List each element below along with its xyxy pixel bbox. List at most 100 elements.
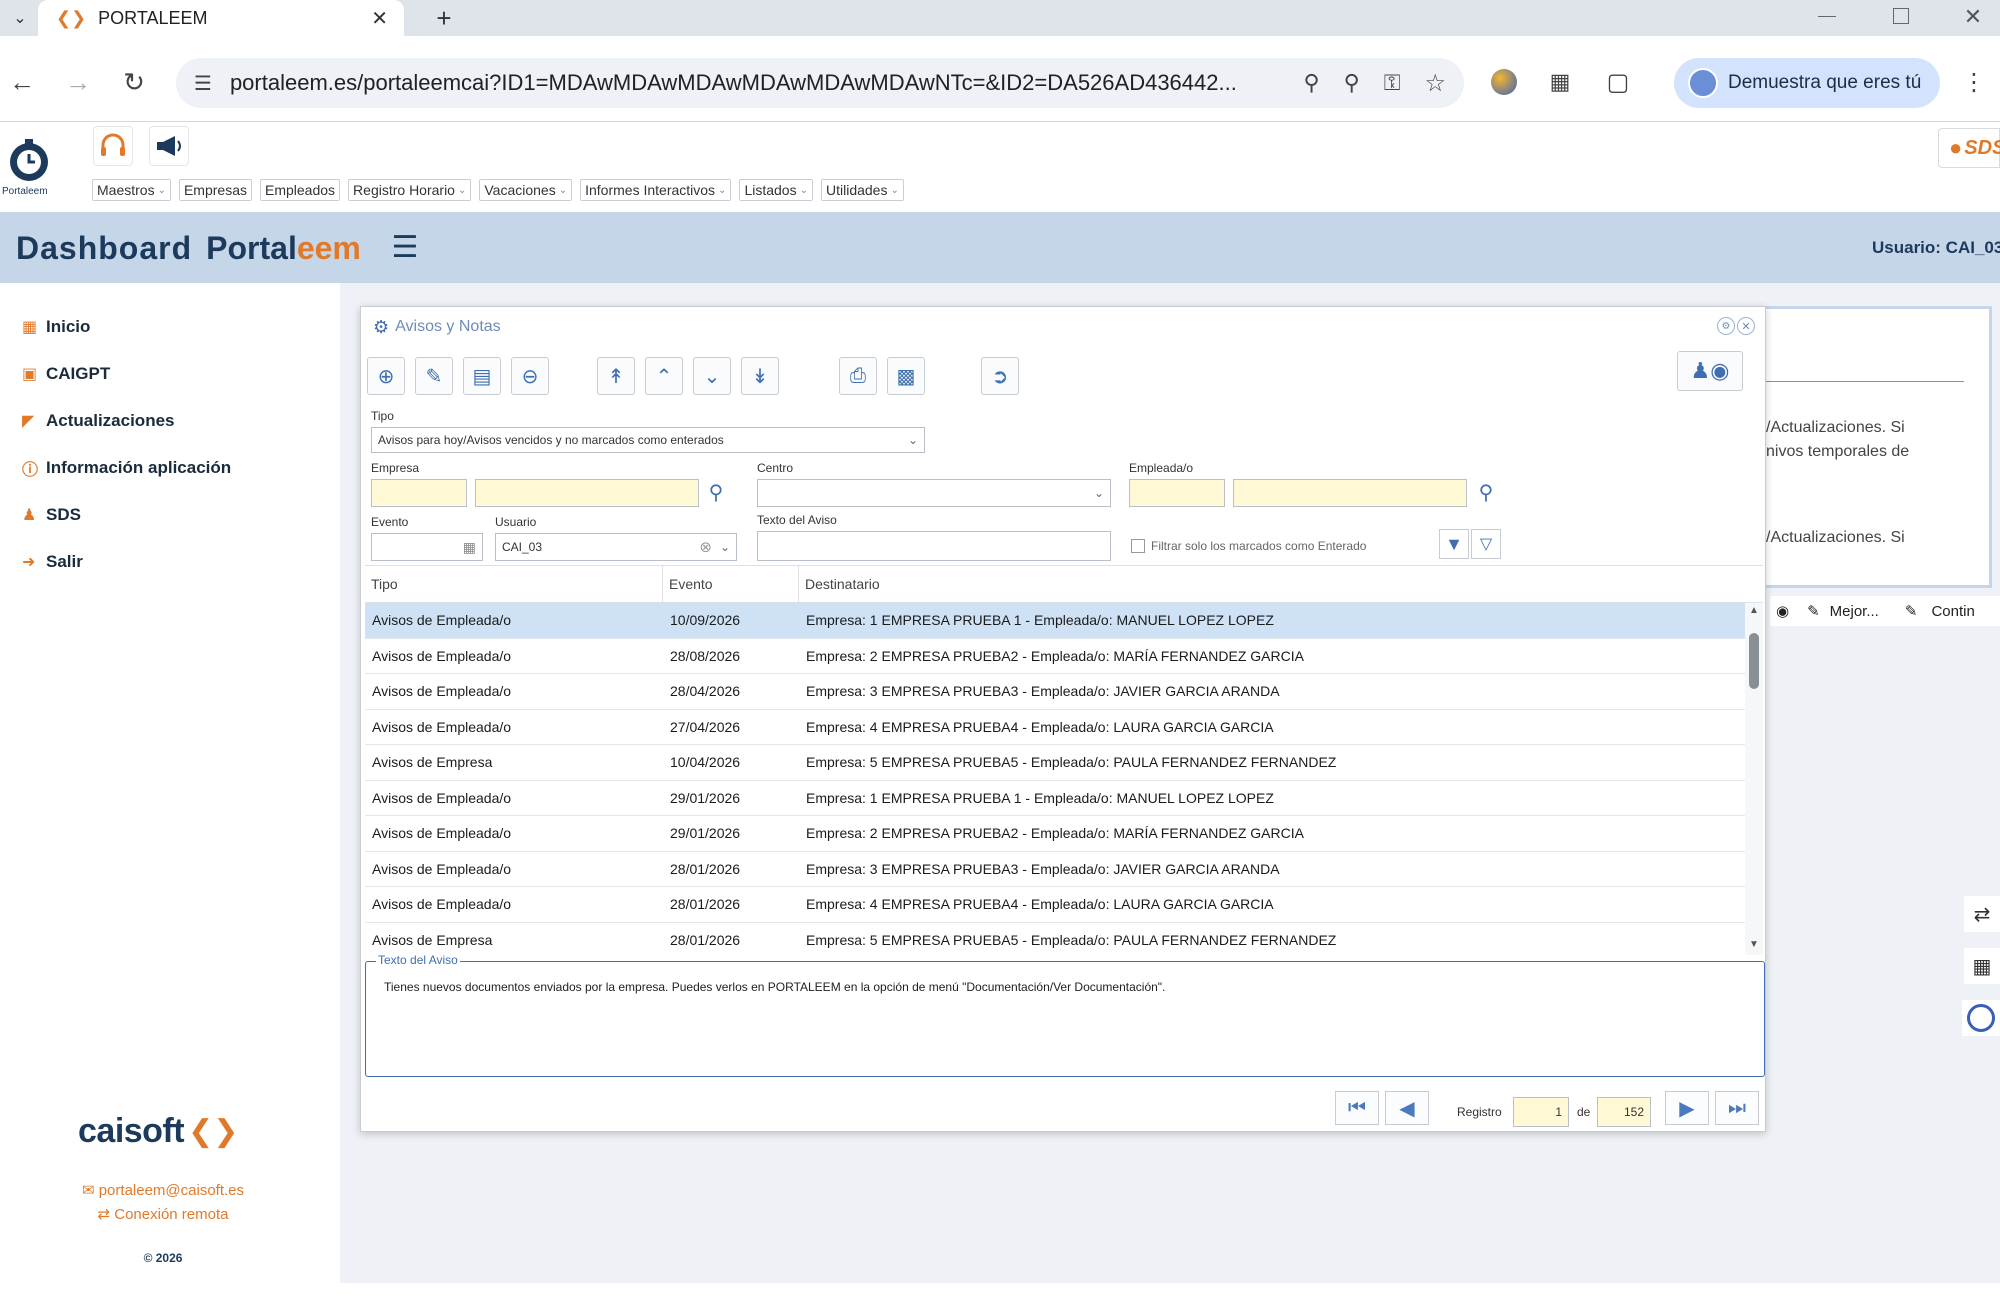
site-settings-icon[interactable]: ☰ (194, 71, 212, 96)
table-row[interactable]: Avisos de Empleada/o 10/09/2026 Empresa: 1… (365, 603, 1745, 639)
tab-search-chevron-icon[interactable]: ⌄ (6, 4, 34, 32)
column-header-tipo[interactable]: Tipo (365, 566, 663, 602)
add-button[interactable]: ⊕ (367, 357, 405, 395)
registro-input[interactable]: 1 (1513, 1097, 1569, 1127)
dialog-close-icon[interactable]: ✕ (1737, 317, 1755, 335)
empleado-search-icon[interactable]: ⚲ (1471, 477, 1501, 507)
first-record-button[interactable]: ↟ (597, 357, 635, 395)
sidebar-item-caigpt[interactable]: ▣ CAIGPT (0, 350, 340, 397)
print-button[interactable]: ⎙ (839, 357, 877, 395)
close-tab-icon[interactable]: ✕ (371, 6, 388, 31)
centro-select[interactable]: ⌄ (757, 479, 1111, 507)
hamburger-menu-icon[interactable]: ☰ (390, 231, 420, 264)
apps-grid-icon[interactable]: ▦ (1964, 948, 2000, 984)
previous-record-button[interactable]: ⌃ (645, 357, 683, 395)
extensions-puzzle-icon[interactable]: ▢ (1598, 62, 1638, 102)
contact-email[interactable]: ✉ portaleem@caisoft.es (0, 1181, 326, 1199)
forward-icon[interactable]: → (58, 62, 98, 102)
translate-icon[interactable]: ⇄ (1964, 896, 2000, 932)
empleado-name-input[interactable] (1233, 479, 1467, 507)
sidebar-item-salir[interactable]: ➜ Salir (0, 538, 340, 585)
export-excel-button[interactable]: ▩ (887, 357, 925, 395)
pager-next-button[interactable]: ▶ (1665, 1091, 1709, 1125)
menu-utilidades[interactable]: Utilidades ⌄ (820, 179, 904, 201)
assistant-bot-icon[interactable] (1962, 1000, 2000, 1036)
next-record-button[interactable]: ⌄ (693, 357, 731, 395)
maximize-icon[interactable] (1893, 8, 1909, 24)
minimize-icon[interactable] (1818, 16, 1836, 17)
sidebar-item-informacion[interactable]: ⓘ Información aplicación (0, 444, 340, 491)
delete-button[interactable]: ⊖ (511, 357, 549, 395)
table-row[interactable]: Avisos de Empresa 28/01/2026 Empresa: 5 EM… (365, 923, 1745, 956)
texto-aviso-input[interactable] (757, 531, 1111, 561)
menu-vacaciones[interactable]: Vacaciones ⌄ (479, 179, 573, 201)
action-contin[interactable]: Contin (1931, 603, 1974, 620)
location-icon[interactable]: ⚲ (1303, 70, 1319, 96)
new-tab-icon[interactable]: + (428, 2, 460, 34)
sds-badge[interactable]: ● SDS (1938, 128, 2000, 168)
empresa-name-input[interactable] (475, 479, 699, 507)
filter-clear-icon[interactable]: ▽ (1471, 529, 1501, 559)
scroll-down-icon[interactable]: ▼ (1749, 939, 1759, 950)
empresa-code-input[interactable] (371, 479, 467, 507)
profile-button[interactable]: Demuestra que eres tú (1674, 58, 1940, 108)
browser-menu-icon[interactable]: ⋮ (1954, 62, 1994, 102)
table-row[interactable]: Avisos de Empresa 10/04/2026 Empresa: 5 EM… (365, 745, 1745, 781)
column-header-evento[interactable]: Evento (663, 566, 799, 602)
menu-maestros[interactable]: Maestros ⌄ (92, 179, 171, 201)
menu-empresas[interactable]: Empresas (178, 179, 252, 201)
sidebar-item-inicio[interactable]: ▦ Inicio (0, 303, 340, 350)
bookmark-star-icon[interactable]: ☆ (1424, 69, 1446, 98)
menu-empleados[interactable]: Empleados (260, 179, 341, 201)
close-window-icon[interactable]: ✕ (1960, 2, 1986, 32)
scrollbar-thumb[interactable] (1749, 633, 1759, 689)
users-sds-button[interactable]: ♟◉ (1677, 351, 1743, 391)
exit-button[interactable]: ➲ (981, 357, 1019, 395)
column-header-destinatario[interactable]: Destinatario (799, 566, 1763, 602)
sidebar-item-actualizaciones[interactable]: ◤ Actualizaciones (0, 397, 340, 444)
clear-circle-icon[interactable]: ⊗ (699, 538, 712, 556)
dialog-settings-icon[interactable]: ⚙ (1717, 317, 1735, 335)
reload-icon[interactable]: ↻ (114, 62, 154, 102)
extension-globe-icon[interactable] (1484, 62, 1524, 102)
sidebar-item-sds[interactable]: ♟ SDS (0, 491, 340, 538)
menu-listados[interactable]: Listados ⌄ (739, 179, 813, 201)
usuario-select[interactable]: CAI_03 ⊗ ⌄ (495, 533, 737, 561)
table-row[interactable]: Avisos de Empleada/o 29/01/2026 Empresa: 2… (365, 816, 1745, 852)
empresa-search-icon[interactable]: ⚲ (701, 477, 731, 507)
table-row[interactable]: Avisos de Empleada/o 28/08/2026 Empresa: 2… (365, 639, 1745, 674)
password-key-icon[interactable]: ⚿ (1384, 70, 1401, 96)
browser-tab[interactable]: ❮❯ PORTALEEM ✕ (38, 0, 404, 36)
table-row[interactable]: Avisos de Empleada/o 27/04/2026 Empresa: 4… (365, 710, 1745, 745)
view-button[interactable]: ▤ (463, 357, 501, 395)
table-row[interactable]: Avisos de Empleada/o 28/01/2026 Empresa: 4… (365, 887, 1745, 923)
qr-code-icon[interactable]: ▦ (1540, 62, 1580, 102)
filter-apply-icon[interactable]: ▼ (1439, 529, 1469, 559)
edit-button[interactable]: ✎ (415, 357, 453, 395)
remote-connection[interactable]: ⇄ Conexión remota (0, 1205, 326, 1223)
filtrar-enterado-checkbox[interactable]: Filtrar solo los marcados como Enterado (1131, 537, 1366, 555)
portaleem-logo-icon[interactable] (6, 138, 52, 184)
pager-previous-button[interactable]: ◀ (1385, 1091, 1429, 1125)
menu-informes-interactivos[interactable]: Informes Interactivos ⌄ (580, 179, 732, 201)
table-row[interactable]: Avisos de Empleada/o 28/04/2026 Empresa: 3… (365, 674, 1745, 710)
announcement-megaphone-icon[interactable] (149, 126, 189, 166)
calendar-icon[interactable]: ▦ (463, 539, 476, 556)
last-record-button[interactable]: ↡ (741, 357, 779, 395)
tipo-select[interactable]: Avisos para hoy/Avisos vencidos y no mar… (371, 427, 925, 453)
ai-icon[interactable]: ◉ (1776, 602, 1789, 620)
evento-date-input[interactable]: ▦ (371, 533, 483, 561)
grid-scrollbar[interactable]: ▲ ▼ (1745, 603, 1763, 955)
zoom-icon[interactable]: ⚲ (1344, 70, 1360, 96)
table-row[interactable]: Avisos de Empleada/o 29/01/2026 Empresa: 1… (365, 781, 1745, 816)
back-icon[interactable]: ← (2, 62, 42, 102)
pager-last-button[interactable]: ⏭ (1715, 1091, 1759, 1125)
address-bar[interactable]: ☰ portaleem.es/portaleemcai?ID1=MDAwMDAw… (176, 58, 1464, 108)
support-headset-icon[interactable] (93, 126, 133, 166)
scroll-up-icon[interactable]: ▲ (1749, 605, 1759, 616)
menu-registro-horario[interactable]: Registro Horario ⌄ (348, 179, 472, 201)
pager-first-button[interactable]: ⏮ (1335, 1091, 1379, 1125)
action-mejor[interactable]: Mejor... (1830, 603, 1879, 620)
checkbox-box[interactable] (1131, 539, 1145, 553)
table-row[interactable]: Avisos de Empleada/o 28/01/2026 Empresa: 3… (365, 852, 1745, 887)
